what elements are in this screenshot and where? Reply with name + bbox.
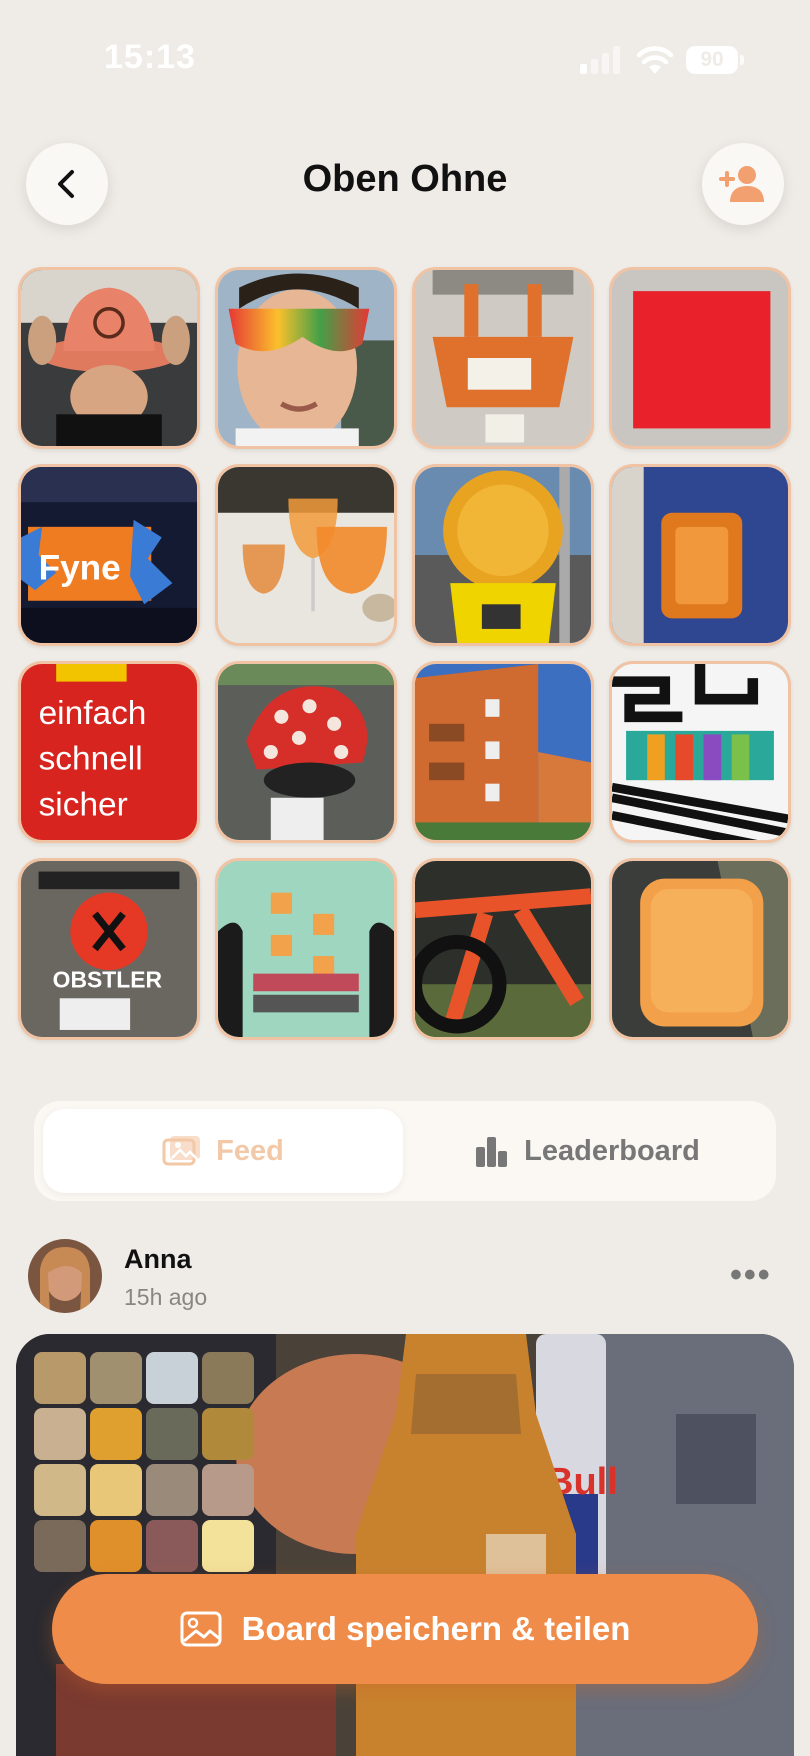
status-time: 15:13 bbox=[104, 38, 196, 76]
tab-leaderboard-label: Leaderboard bbox=[524, 1134, 700, 1167]
page-title: Oben Ohne bbox=[302, 158, 508, 200]
tile-obstler-sign[interactable]: OBSTLER bbox=[18, 858, 200, 1040]
tile-red-square[interactable] bbox=[609, 267, 791, 449]
sign-line-3: sicher bbox=[39, 786, 128, 823]
tile-sunglasses[interactable] bbox=[215, 267, 397, 449]
tab-feed-label: Feed bbox=[216, 1134, 284, 1167]
add-member-button[interactable] bbox=[702, 143, 784, 225]
wifi-icon bbox=[636, 46, 674, 74]
tile-sign-einfach[interactable]: einfach schnell sicher bbox=[18, 661, 200, 843]
fyne-text: Fyne bbox=[39, 549, 121, 588]
battery-nub bbox=[740, 55, 744, 65]
tile-warning-lamp[interactable] bbox=[412, 464, 594, 646]
tile-bucket-hat[interactable] bbox=[18, 267, 200, 449]
chevron-left-icon bbox=[58, 170, 74, 198]
tile-orange-bucket[interactable] bbox=[412, 267, 594, 449]
sign-line-1: einfach bbox=[39, 695, 147, 732]
image-icon bbox=[162, 1136, 201, 1166]
tile-concert-stage[interactable]: Fyne bbox=[18, 464, 200, 646]
post-author[interactable]: Anna bbox=[124, 1244, 192, 1275]
cta-label: Board speichern & teilen bbox=[241, 1610, 631, 1647]
save-share-board-button[interactable]: Board speichern & teilen bbox=[52, 1574, 758, 1684]
tile-graffiti-wall[interactable] bbox=[609, 661, 791, 843]
tab-feed[interactable]: Feed bbox=[43, 1109, 403, 1193]
tile-orange-reflector[interactable] bbox=[609, 464, 791, 646]
more-options-button[interactable]: ••• bbox=[730, 1258, 772, 1292]
sign-line-2: schnell bbox=[39, 741, 143, 778]
image-icon bbox=[180, 1611, 222, 1647]
photo-grid: Fyne einfach schnell sicher OBSTLER bbox=[18, 267, 792, 1041]
avatar[interactable] bbox=[28, 1239, 102, 1313]
status-bar: 15:13 90 bbox=[0, 0, 810, 120]
tile-orange-seat[interactable] bbox=[609, 858, 791, 1040]
person-plus-icon bbox=[719, 166, 764, 202]
board-thumbnail bbox=[34, 1352, 274, 1572]
post-time: 15h ago bbox=[124, 1284, 208, 1310]
tile-orange-bike[interactable] bbox=[412, 858, 594, 1040]
bar-chart-icon bbox=[476, 1137, 508, 1167]
tile-aperol-glasses[interactable] bbox=[215, 464, 397, 646]
feed-leaderboard-switch: Feed Leaderboard bbox=[34, 1101, 776, 1201]
signal-icon bbox=[580, 46, 620, 74]
back-button[interactable] bbox=[26, 143, 108, 225]
tile-red-bandana[interactable] bbox=[215, 661, 397, 843]
battery-indicator: 90 bbox=[686, 46, 738, 74]
obstler-text: OBSTLER bbox=[53, 967, 163, 993]
tab-leaderboard[interactable]: Leaderboard bbox=[407, 1109, 767, 1193]
tile-tiles-wall[interactable] bbox=[215, 858, 397, 1040]
post-image[interactable]: Bull bbox=[16, 1334, 794, 1756]
tile-orange-building[interactable] bbox=[412, 661, 594, 843]
